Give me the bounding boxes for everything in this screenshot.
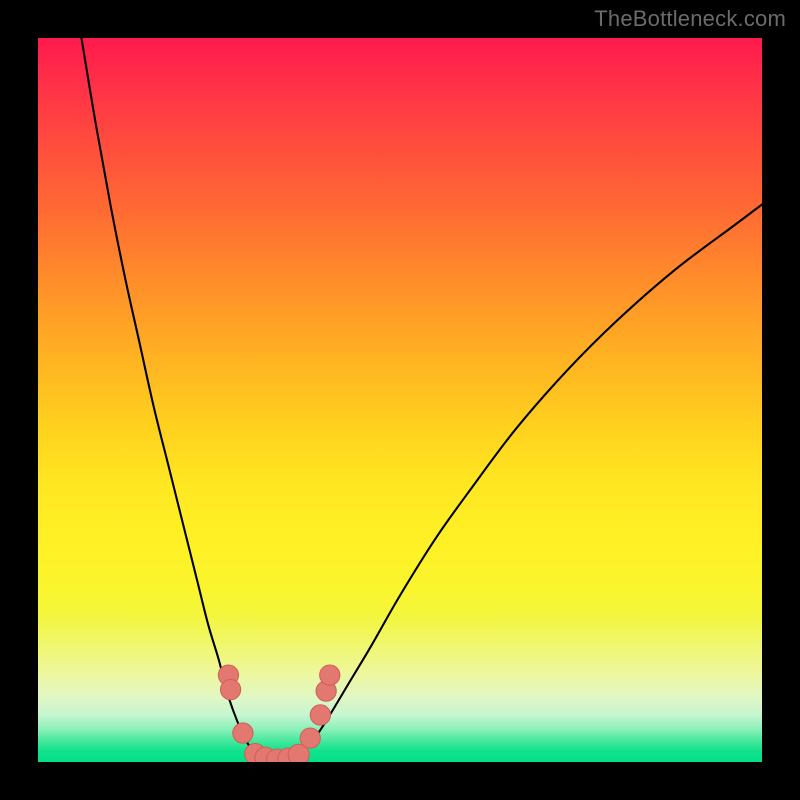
chart-svg — [38, 38, 762, 762]
left-branch-curve — [81, 38, 255, 755]
marker-right-cluster-lower — [300, 728, 320, 748]
plot-area — [38, 38, 762, 762]
marker-left-cluster-lower — [233, 723, 253, 743]
marker-group — [218, 665, 340, 762]
right-branch-curve — [299, 205, 762, 755]
chart-stage: TheBottleneck.com — [0, 0, 800, 800]
curve-group — [81, 38, 762, 760]
marker-right-cluster-mid — [310, 705, 330, 725]
marker-left-cluster-upper-b — [220, 679, 240, 699]
marker-right-cluster-upper-b — [320, 665, 340, 685]
attribution-text: TheBottleneck.com — [594, 6, 786, 32]
